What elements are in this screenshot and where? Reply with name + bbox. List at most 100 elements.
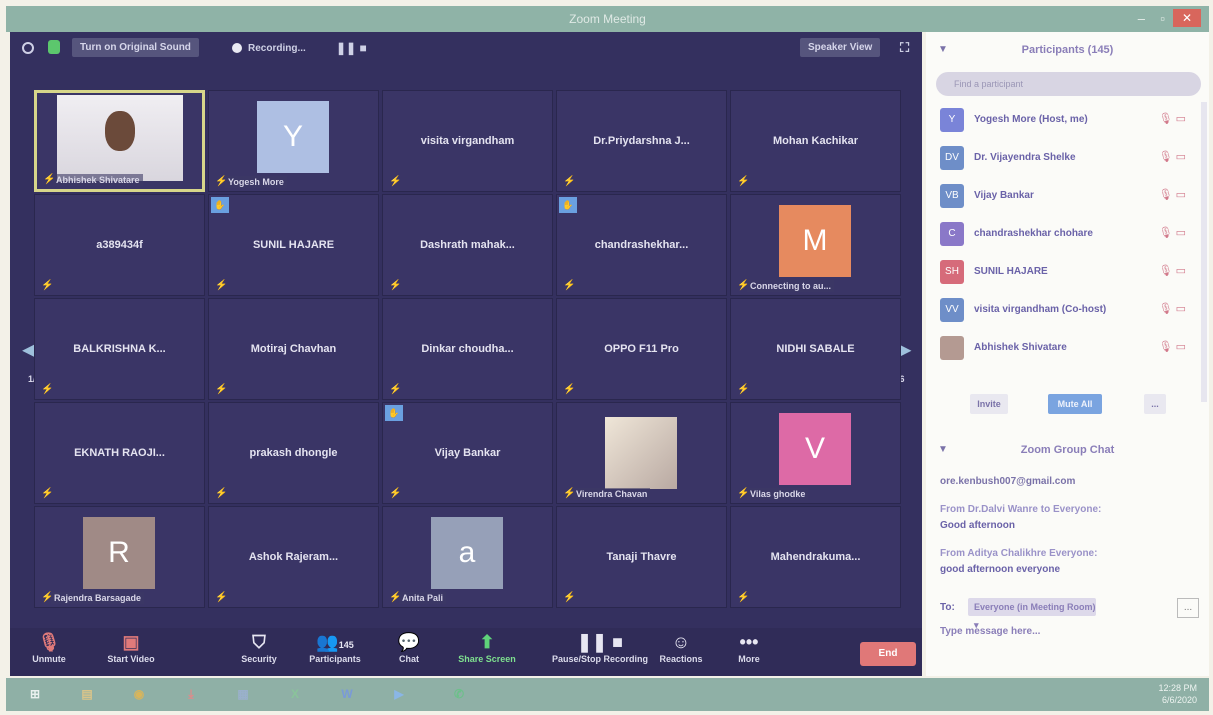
participant-tile[interactable]: SUNIL HAJARE ✋ ⚡ [208, 194, 379, 296]
participant-list-item[interactable]: SH SUNIL HAJARE 🎙 ▭ [940, 254, 1200, 288]
participant-tile[interactable]: ⚡ Virendra Chavan [556, 402, 727, 504]
end-meeting-button[interactable]: End [860, 642, 916, 666]
fullscreen-icon[interactable]: ⛶ [900, 40, 909, 56]
participant-tile[interactable]: V ⚡ Vilas ghodke [730, 402, 901, 504]
participant-tile[interactable]: ⚡ Abhishek Shivatare [34, 90, 205, 192]
muted-mic-icon: 🎙 [37, 632, 61, 652]
chat-more-button[interactable]: ... [1177, 598, 1199, 618]
muted-mic-icon: ⚡ [737, 384, 750, 395]
chat-button[interactable]: 💬 Chat [364, 632, 454, 664]
participant-name: a389434f [96, 239, 143, 251]
participant-scrollbar[interactable] [1201, 102, 1207, 402]
avatar: V [779, 413, 851, 485]
participant-tile[interactable]: Motiraj Chavhan ⚡ [208, 298, 379, 400]
participant-tile[interactable]: a ⚡ Anita Pali [382, 506, 553, 608]
meeting-stage: Turn on Original Sound Recording... ❚❚ ■… [10, 32, 922, 676]
minimize-button[interactable]: – [1138, 11, 1145, 26]
mute-all-button[interactable]: Mute All [1048, 394, 1102, 414]
clock-time: 12:28 PM [1158, 683, 1197, 693]
participant-tile[interactable]: Mahendrakuma... ⚡ [730, 506, 901, 608]
chat-title: Zoom Group Chat [1020, 444, 1115, 456]
participant-search-input[interactable]: Find a participant [936, 72, 1201, 96]
participant-caption: Yogesh More [225, 176, 287, 188]
participant-tile[interactable]: Dashrath mahak... ⚡ [382, 194, 553, 296]
taskbar-app-icon[interactable]: ▶ [382, 682, 416, 707]
participant-tile[interactable]: prakash dhongle ⚡ [208, 402, 379, 504]
muted-mic-icon: ⚡ [41, 592, 54, 603]
person-silhouette-icon [105, 111, 135, 151]
participant-list-item[interactable]: VV visita virgandham (Co-host) 🎙 ▭ [940, 292, 1200, 326]
participant-tile[interactable]: Tanaji Thavre ⚡ [556, 506, 727, 608]
taskbar-app-icon[interactable]: ✆ [442, 682, 476, 707]
chat-recipient-select[interactable]: Everyone (in Meeting Room) ▾ [968, 598, 1096, 630]
share-screen-button[interactable]: ⬆ Share Screen [442, 632, 532, 664]
participant-tile[interactable]: chandrashekhar... ✋ ⚡ [556, 194, 727, 296]
participant-tile[interactable]: visita virgandham ⚡ [382, 90, 553, 192]
speaker-view-button[interactable]: Speaker View [800, 38, 881, 57]
start-video-button[interactable]: ▣ Start Video [86, 632, 176, 664]
taskbar-clock: 12:28 PM 6/6/2020 [1158, 682, 1197, 706]
participants-more-button[interactable]: ... [1144, 394, 1166, 414]
participants-count: 145 [338, 640, 354, 650]
unmute-button[interactable]: 🎙 Unmute [4, 632, 94, 664]
participants-label: Participants [309, 654, 361, 664]
chat-message: ore.kenbush007@gmail.com [940, 476, 1076, 487]
chat-label: Chat [399, 654, 419, 664]
participant-tile[interactable]: Ashok Rajeram... ⚡ [208, 506, 379, 608]
taskbar-app-icon[interactable]: ⊞ [18, 682, 52, 707]
participant-tile[interactable]: Y ⚡ Yogesh More [208, 90, 379, 192]
taskbar-app-icon[interactable]: ▤ [70, 682, 104, 707]
maximize-button[interactable]: ▫ [1160, 11, 1165, 26]
participant-tile[interactable]: Dr.Priydarshna J... ⚡ [556, 90, 727, 192]
taskbar-app-icon[interactable]: ▦ [226, 682, 260, 707]
muted-mic-icon: ⚡ [737, 280, 750, 291]
participant-list-item[interactable]: VB Vijay Bankar 🎙 ▭ [940, 178, 1200, 212]
record-label: Pause/Stop Recording [551, 654, 649, 664]
participant-tile[interactable]: OPPO F11 Pro ⚡ [556, 298, 727, 400]
participant-list-item[interactable]: Cchandrashekhar chohare 🎙 ▭ [940, 216, 1200, 250]
info-icon[interactable] [22, 42, 34, 54]
pause-recording-icon[interactable]: ❚❚ ■ [336, 41, 367, 55]
participant-list-item[interactable]: Y Yogesh More (Host, me) 🎙 ▭ [940, 102, 1200, 136]
taskbar-app-icon[interactable]: ⤓ [174, 682, 208, 707]
participant-tile[interactable]: BALKRISHNA K... ⚡ [34, 298, 205, 400]
muted-mic-icon: ⚡ [737, 176, 750, 187]
participant-name: Dashrath mahak... [420, 239, 515, 251]
participant-tile[interactable]: Dinkar choudha... ⚡ [382, 298, 553, 400]
participant-list-item[interactable]: Abhishek Shivatare 🎙 ▭ [940, 330, 1200, 364]
mic-video-status-icon: 🎙 ▭ [1158, 227, 1186, 239]
participant-tile[interactable]: Vijay Bankar ✋ ⚡ [382, 402, 553, 504]
mic-video-status-icon: 🎙 ▭ [1158, 341, 1186, 353]
participant-list-item[interactable]: DV Dr. Vijayendra Shelke 🎙 ▭ [940, 140, 1200, 174]
taskbar-app-icon[interactable]: ◉ [122, 682, 156, 707]
participant-tile[interactable]: a389434f ⚡ [34, 194, 205, 296]
avatar: Y [257, 101, 329, 173]
taskbar-app-icon[interactable]: X [278, 682, 312, 707]
chat-message: Good afternoon [940, 520, 1015, 531]
close-button[interactable]: ✕ [1173, 9, 1201, 27]
original-sound-button[interactable]: Turn on Original Sound [72, 38, 199, 57]
taskbar-app-icon[interactable]: W [330, 682, 364, 707]
muted-mic-icon: ⚡ [563, 488, 576, 499]
participant-tile[interactable]: Mohan Kachikar ⚡ [730, 90, 901, 192]
avatar: R [83, 517, 155, 589]
mic-video-status-icon: 🎙 ▭ [1158, 303, 1186, 315]
avatar: VV [940, 298, 964, 322]
participant-tile[interactable]: M ⚡ Connecting to au... [730, 194, 901, 296]
profile-photo [605, 417, 677, 489]
share-screen-label: Share Screen [458, 654, 516, 664]
participant-name: EKNATH RAOJI... [74, 447, 165, 459]
muted-mic-icon: ⚡ [41, 384, 54, 395]
invite-button[interactable]: Invite [970, 394, 1008, 414]
participant-tile[interactable]: NIDHI SABALE ⚡ [730, 298, 901, 400]
more-button[interactable]: ••• More [704, 632, 794, 664]
mic-video-status-icon: 🎙 ▭ [1158, 265, 1186, 277]
avatar: VB [940, 184, 964, 208]
unmute-label: Unmute [32, 654, 66, 664]
shield-icon[interactable] [48, 40, 60, 54]
participant-tile[interactable]: EKNATH RAOJI... ⚡ [34, 402, 205, 504]
chat-message-input[interactable]: Type message here... [940, 626, 1040, 637]
meeting-topbar: Turn on Original Sound Recording... ❚❚ ■… [10, 32, 922, 66]
participant-name: BALKRISHNA K... [73, 343, 166, 355]
participant-tile[interactable]: R ⚡ Rajendra Barsagade [34, 506, 205, 608]
